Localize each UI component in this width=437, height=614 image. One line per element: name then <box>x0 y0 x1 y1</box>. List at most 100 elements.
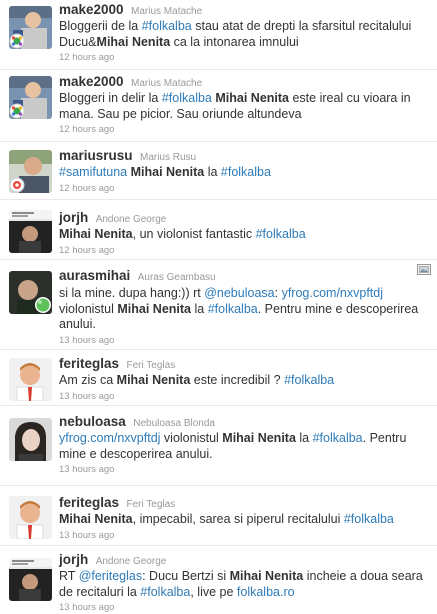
avatar-make2000-image <box>9 6 52 49</box>
timestamp[interactable]: 12 hours ago <box>59 123 431 136</box>
tweet-link[interactable]: #folkalba <box>140 585 190 599</box>
real-name: Marius Matache <box>131 78 203 89</box>
user-avatar[interactable] <box>9 271 52 314</box>
tweet-link[interactable]: #folkalba <box>208 302 258 316</box>
tweet-link[interactable]: #folkalba <box>162 91 212 105</box>
tweet-link[interactable]: #folkalba <box>313 431 363 445</box>
tweet-text: Bloggerii de la #folkalba stau atat de d… <box>59 19 431 50</box>
highlight-term: Mihai Nenita <box>130 165 205 179</box>
tweet-item: feriteglas Feri Teglas Mihai Nenita, imp… <box>0 486 437 546</box>
tweet-text-fragment: ca la intonarea imnului <box>170 34 299 49</box>
tweet-text-fragment: violonistul <box>160 431 223 445</box>
user-avatar[interactable] <box>9 358 52 401</box>
tweet-item: feriteglas Feri Teglas Am zis ca Mihai N… <box>0 350 437 406</box>
username[interactable]: mariusrusu <box>59 148 133 163</box>
tweet-link[interactable]: #folkalba <box>284 373 334 387</box>
tweet-text: Am zis ca Mihai Nenita este incredibil ?… <box>59 373 431 389</box>
tweet-text-fragment: : <box>274 286 282 300</box>
avatar-jorjh-image <box>9 210 52 253</box>
real-name: Feri Teglas <box>126 360 176 371</box>
tweet-item: make2000 Marius Matache Bloggerii de la … <box>0 0 437 70</box>
real-name: Andone George <box>95 214 167 225</box>
avatar-nebuloasa-image <box>9 418 52 461</box>
tweet-text: Bloggeri in delir la #folkalba Mihai Nen… <box>59 91 431 122</box>
highlight-term: Mihai Nenita <box>116 373 191 387</box>
timestamp[interactable]: 13 hours ago <box>59 529 431 542</box>
user-avatar[interactable] <box>9 558 52 601</box>
tweet-link[interactable]: @feriteglas <box>79 569 142 583</box>
avatar-mariusrusu-image <box>9 150 52 193</box>
tweet-text: si la mine. dupa hang:)) rt @nebuloasa: … <box>59 286 431 333</box>
tweet-text: #samifutuna Mihai Nenita la #folkalba <box>59 165 431 181</box>
tweet-feed: make2000 Marius Matache Bloggerii de la … <box>0 0 437 613</box>
tweet-link[interactable]: #folkalba <box>344 512 394 526</box>
tweet-text-fragment: : Ducu Bertzi si <box>142 569 230 583</box>
real-name: Andone George <box>95 556 167 567</box>
avatar-jorjh-image <box>9 558 52 601</box>
tweet-item: mariusrusu Marius Rusu #samifutuna Mihai… <box>0 142 437 200</box>
username[interactable]: make2000 <box>59 2 124 17</box>
tweet-text: RT @feriteglas: Ducu Bertzi si Mihai Nen… <box>59 569 431 600</box>
real-name: Feri Teglas <box>126 499 176 510</box>
username[interactable]: jorjh <box>59 210 88 225</box>
tweet-text-fragment: Bloggerii de la <box>59 19 142 33</box>
username[interactable]: make2000 <box>59 74 124 89</box>
user-avatar[interactable] <box>9 418 52 461</box>
timestamp[interactable]: 13 hours ago <box>59 463 431 476</box>
timestamp[interactable]: 12 hours ago <box>59 244 431 257</box>
highlight-term: Mihai Nenita <box>229 569 304 583</box>
highlight-term: Mihai Nenita <box>117 301 191 316</box>
real-name: Marius Matache <box>131 6 203 17</box>
tweet-link[interactable]: @nebuloasa <box>204 286 274 300</box>
tweet-text-fragment: , un violonist fantastic <box>132 227 256 241</box>
username[interactable]: feriteglas <box>59 356 119 371</box>
user-avatar[interactable] <box>9 76 52 119</box>
tweet-text-fragment: Am zis ca <box>59 373 117 387</box>
highlight-term: Mihai Nenita <box>96 34 171 49</box>
avatar-aurasmihai-image <box>9 271 52 314</box>
tweet-link[interactable]: #folkalba <box>221 165 271 179</box>
highlight-term: Mihai Nenita <box>222 431 296 445</box>
real-name: Auras Geambasu <box>137 272 216 283</box>
tweet-text-fragment: Bloggeri in delir la <box>59 91 162 105</box>
timestamp[interactable]: 12 hours ago <box>59 182 431 195</box>
tweet-text-fragment: , live pe <box>190 584 237 599</box>
media-photo-icon[interactable] <box>417 264 431 275</box>
tweet-link[interactable]: yfrog.com/nxvpftdj <box>59 431 160 445</box>
tweet-text: Mihai Nenita, impecabil, sarea si piperu… <box>59 512 431 528</box>
tweet-text-fragment: RT <box>59 569 79 583</box>
timestamp[interactable]: 12 hours ago <box>59 51 431 64</box>
highlight-term: Mihai Nenita <box>215 91 289 105</box>
tweet-item: nebuloasa Nebuloasa Blonda yfrog.com/nxv… <box>0 406 437 486</box>
tweet-link[interactable]: yfrog.com/nxvpftdj <box>282 286 383 300</box>
tweet-text-fragment: , impecabil, sarea si piperul recitalulu… <box>132 512 344 526</box>
tweet-text-fragment: este incredibil ? <box>190 373 285 387</box>
tweet-text-fragment: si la mine. dupa hang:)) rt <box>59 286 205 300</box>
tweet-item: jorjh Andone George RT @feriteglas: Ducu… <box>0 546 437 613</box>
tweet-text: Mihai Nenita, un violonist fantastic #fo… <box>59 227 431 243</box>
tweet-item: make2000 Marius Matache Bloggeri in deli… <box>0 70 437 142</box>
timestamp[interactable]: 13 hours ago <box>59 601 431 614</box>
real-name: Marius Rusu <box>139 152 197 163</box>
highlight-term: Mihai Nenita <box>59 512 133 526</box>
tweet-link[interactable]: folkalba.ro <box>237 585 295 599</box>
username[interactable]: nebuloasa <box>59 414 126 429</box>
tweet-text: yfrog.com/nxvpftdj violonistul Mihai Nen… <box>59 431 431 462</box>
tweet-link[interactable]: #folkalba <box>142 19 192 33</box>
username[interactable]: feriteglas <box>59 495 119 510</box>
avatar-make2000-image <box>9 76 52 119</box>
tweet-text-fragment: la <box>204 165 221 179</box>
timestamp[interactable]: 13 hours ago <box>59 390 431 403</box>
tweet-link[interactable]: #samifutuna <box>59 165 127 179</box>
username[interactable]: aurasmihai <box>59 268 130 283</box>
user-avatar[interactable] <box>9 150 52 193</box>
real-name: Nebuloasa Blonda <box>133 418 215 429</box>
tweet-link[interactable]: #folkalba <box>256 227 306 241</box>
avatar-feriteglas-image <box>9 358 52 401</box>
user-avatar[interactable] <box>9 496 52 539</box>
user-avatar[interactable] <box>9 210 52 253</box>
user-avatar[interactable] <box>9 6 52 49</box>
username[interactable]: jorjh <box>59 552 88 567</box>
timestamp[interactable]: 13 hours ago <box>59 334 431 347</box>
tweet-text-fragment: la <box>295 431 313 445</box>
